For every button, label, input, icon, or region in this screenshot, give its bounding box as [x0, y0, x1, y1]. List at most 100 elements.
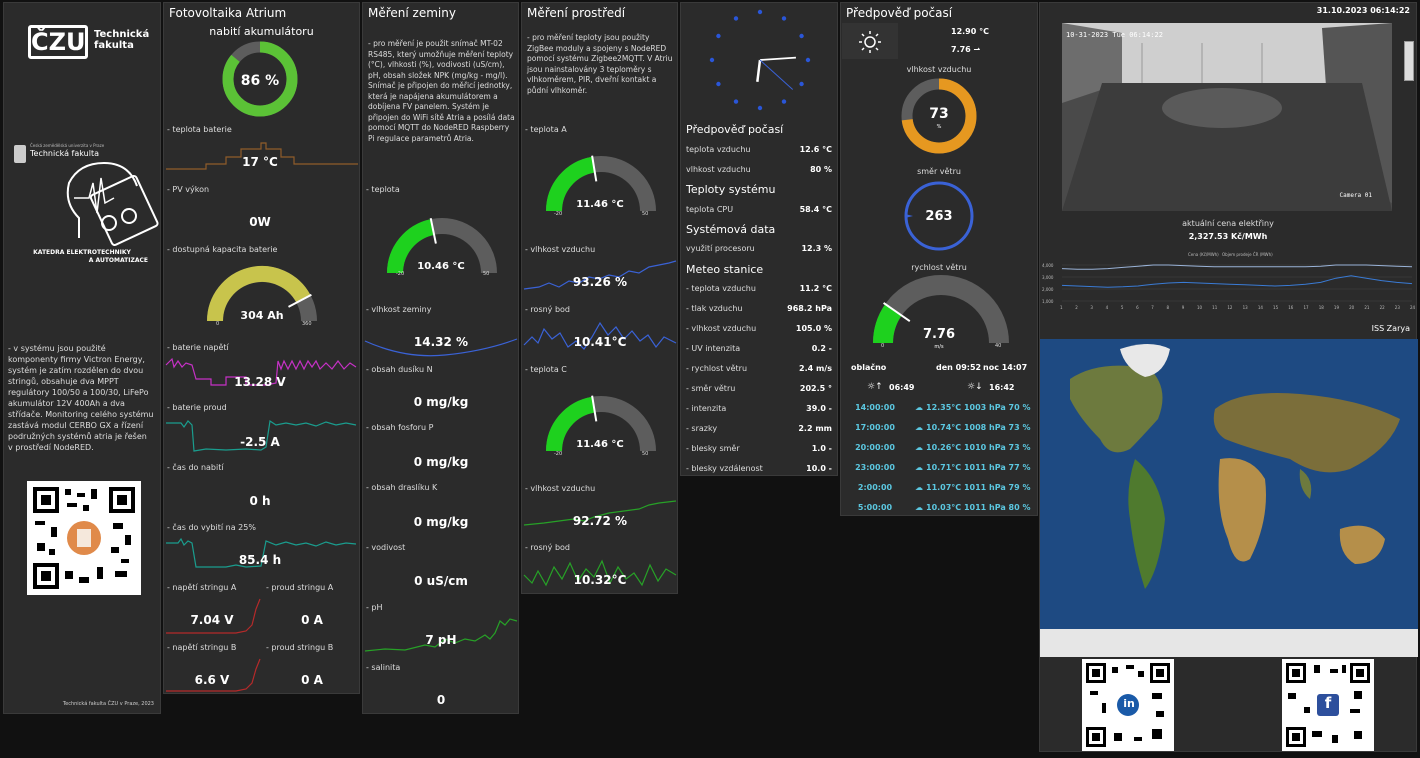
- ph-value: 7 pH: [425, 633, 457, 647]
- uni-logo: [14, 145, 26, 163]
- cpu-usage-label: využití procesoru: [686, 244, 755, 253]
- salinity-label: - salinita: [366, 663, 401, 672]
- chart-ytick: 3,000: [1042, 275, 1054, 280]
- sunset-icon: ☼↓: [967, 382, 983, 392]
- price-chart: 4,0003,0002,0001,0001 2 3 4 5 6 7 8 9 10 11 12 13 14 1…: [1042, 263, 1416, 310]
- camera-scene: [1062, 23, 1392, 211]
- meteo-value: 968.2 hPa: [787, 304, 832, 313]
- string-a-voltage-label: - napětí stringu A: [167, 583, 237, 592]
- cloud-icon: ☁: [915, 503, 923, 512]
- sun-icon: [859, 31, 881, 53]
- meteo-label: - teplota vzduchu: [686, 284, 756, 293]
- cpu-temp-label: teplota CPU: [686, 205, 734, 214]
- time-to-charge-label: - čas do nabití: [167, 463, 224, 472]
- meteo-value: 0.2 -: [811, 344, 832, 353]
- soil-temp-max: 50: [483, 271, 490, 277]
- wind-direction-value: 263: [925, 209, 953, 224]
- clock-tick: [757, 9, 763, 15]
- camera-feed[interactable]: 10-31-2023 Tue 06:14:22 Camera 01: [1062, 23, 1392, 211]
- forecast-values: 11.07°C 1011 hPa 79 %: [926, 483, 1031, 492]
- temp-a-value: 11.46 °C: [576, 199, 624, 210]
- forecast-values: 12.35°C 1003 hPa 70 %: [926, 403, 1031, 412]
- temp-a-label: - teplota A: [525, 125, 567, 134]
- capacity-value: 304 Ah: [240, 309, 284, 322]
- ph-label: - pH: [366, 603, 383, 612]
- humidity-c-label: - vlhkost vzduchu: [525, 484, 596, 493]
- linkedin-qr[interactable]: in: [1082, 659, 1174, 751]
- weather-panel: Předpověď počasí 12.90 °C 7.76 ⇀ vlhkost…: [840, 2, 1038, 516]
- potassium-label: - obsah draslíku K: [366, 483, 438, 492]
- stats-panel: Předpověď počasí teplota vzduchu 12.6 °C …: [680, 2, 838, 476]
- env-panel: Měření prostředí - pro měření teploty js…: [521, 2, 678, 594]
- chart-xtick: 17: [1303, 305, 1309, 310]
- right-panel: 31.10.2023 06:14:22 10-31-2023 Tue 06:14…: [1039, 2, 1418, 752]
- meteo-value: 2.2 mm: [798, 424, 832, 433]
- capacity-label: - dostupná kapacita baterie: [167, 245, 278, 254]
- soil-temp-value: 10.46 °C: [417, 261, 465, 272]
- map-landmasses: [1040, 339, 1418, 657]
- dewpoint-c-value: 10.32°C: [573, 573, 627, 587]
- temp-c-label: - teplota C: [525, 365, 567, 374]
- czu-logo: ČZU: [28, 25, 88, 59]
- dewpoint-a-value: 10.41°C: [573, 335, 627, 349]
- meteo-label: - srazky: [686, 424, 718, 433]
- meteo-row: - směr větru 202.5 °: [686, 384, 832, 393]
- humidity-a-value: 93.26 %: [572, 275, 628, 289]
- string-b-voltage-value: 6.6 V: [194, 673, 230, 687]
- weather-condition: oblačno: [851, 363, 887, 372]
- soil-temp-min: -20: [396, 271, 405, 277]
- meteo-label: - rychlost větru: [686, 364, 748, 373]
- qr-pattern: [33, 487, 135, 589]
- conductivity-value: 0 uS/cm: [414, 574, 468, 588]
- potassium-value: 0 mg/kg: [413, 515, 469, 529]
- temp-c-value: 11.46 °C: [576, 439, 624, 450]
- meteo-row: - blesky směr 1.0 -: [686, 444, 832, 453]
- chart-series-line: [1061, 264, 1413, 270]
- humidity-c-value: 92.72 %: [572, 514, 628, 528]
- conductivity-label: - vodivost: [366, 543, 406, 552]
- weather-title: Předpověď počasí: [846, 6, 953, 20]
- clock-tick: [733, 16, 739, 21]
- cloud-icon: ☁: [915, 423, 923, 432]
- temp-c-min: -20: [554, 451, 563, 457]
- stats-hum-label: vlhkost vzduchu: [686, 165, 751, 174]
- facebook-icon: f: [1324, 694, 1332, 712]
- string-a-current-label: - proud stringu A: [266, 583, 334, 592]
- time-to-charge-value: 0 h: [249, 494, 271, 508]
- logo-panel: ČZU Technická fakulta Česká zemědělská u…: [3, 2, 161, 714]
- clock-tick: [799, 33, 804, 39]
- wind-speed-label: rychlost větru: [911, 263, 967, 272]
- salinity-value: 0: [436, 693, 446, 707]
- clock-tick: [716, 33, 721, 39]
- stats-hum-row: vlhkost vzduchu 80 %: [686, 165, 832, 174]
- dept-line-2: A AUTOMATIZACE: [88, 257, 148, 264]
- chart-legend-2: Objem prodeje ČR (MWh): [1222, 252, 1273, 257]
- iss-label: ISS Zarya: [1371, 324, 1410, 333]
- forecast-time: 14:00:00: [855, 403, 895, 412]
- meteo-value: 1.0 -: [811, 444, 832, 453]
- meteo-row: - teplota vzduchu 11.2 °C: [686, 284, 832, 293]
- facebook-qr[interactable]: f: [1282, 659, 1374, 751]
- meteo-row: - rychlost větru 2.4 m/s: [686, 364, 832, 373]
- forecast-row: 20:00:00 ☁ 10.26°C 1010 hPa 73 %: [841, 443, 1037, 452]
- wind-speed-max: 40: [995, 343, 1002, 349]
- soil-panel: Měření zeminy - pro měření je použit sní…: [362, 2, 519, 714]
- world-map[interactable]: [1040, 339, 1418, 657]
- chart-xtick: 15: [1273, 305, 1279, 310]
- weather-temp: 12.90 °C: [951, 27, 989, 36]
- scrollbar[interactable]: [1404, 41, 1414, 81]
- meteo-value: 202.5 °: [799, 384, 832, 393]
- temp-a-min: -20: [554, 211, 563, 217]
- chart-xtick: 11: [1212, 305, 1218, 310]
- meteo-value: 10.0 -: [806, 464, 832, 473]
- cloud-icon: ☁: [915, 483, 923, 492]
- meteo-label: - intenzita: [686, 404, 727, 413]
- meteo-label: - UV intenzita: [686, 344, 741, 353]
- weather-humidity-unit: %: [936, 124, 942, 130]
- string-b-current-label: - proud stringu B: [266, 643, 334, 652]
- qr-code[interactable]: [27, 481, 141, 595]
- faculty-name: Technická fakulta: [94, 29, 150, 51]
- forecast-row: 5:00:00 ☁ 10.03°C 1011 hPa 80 %: [841, 503, 1037, 512]
- clock-tick: [757, 105, 763, 111]
- clock-minute-hand: [759, 56, 796, 61]
